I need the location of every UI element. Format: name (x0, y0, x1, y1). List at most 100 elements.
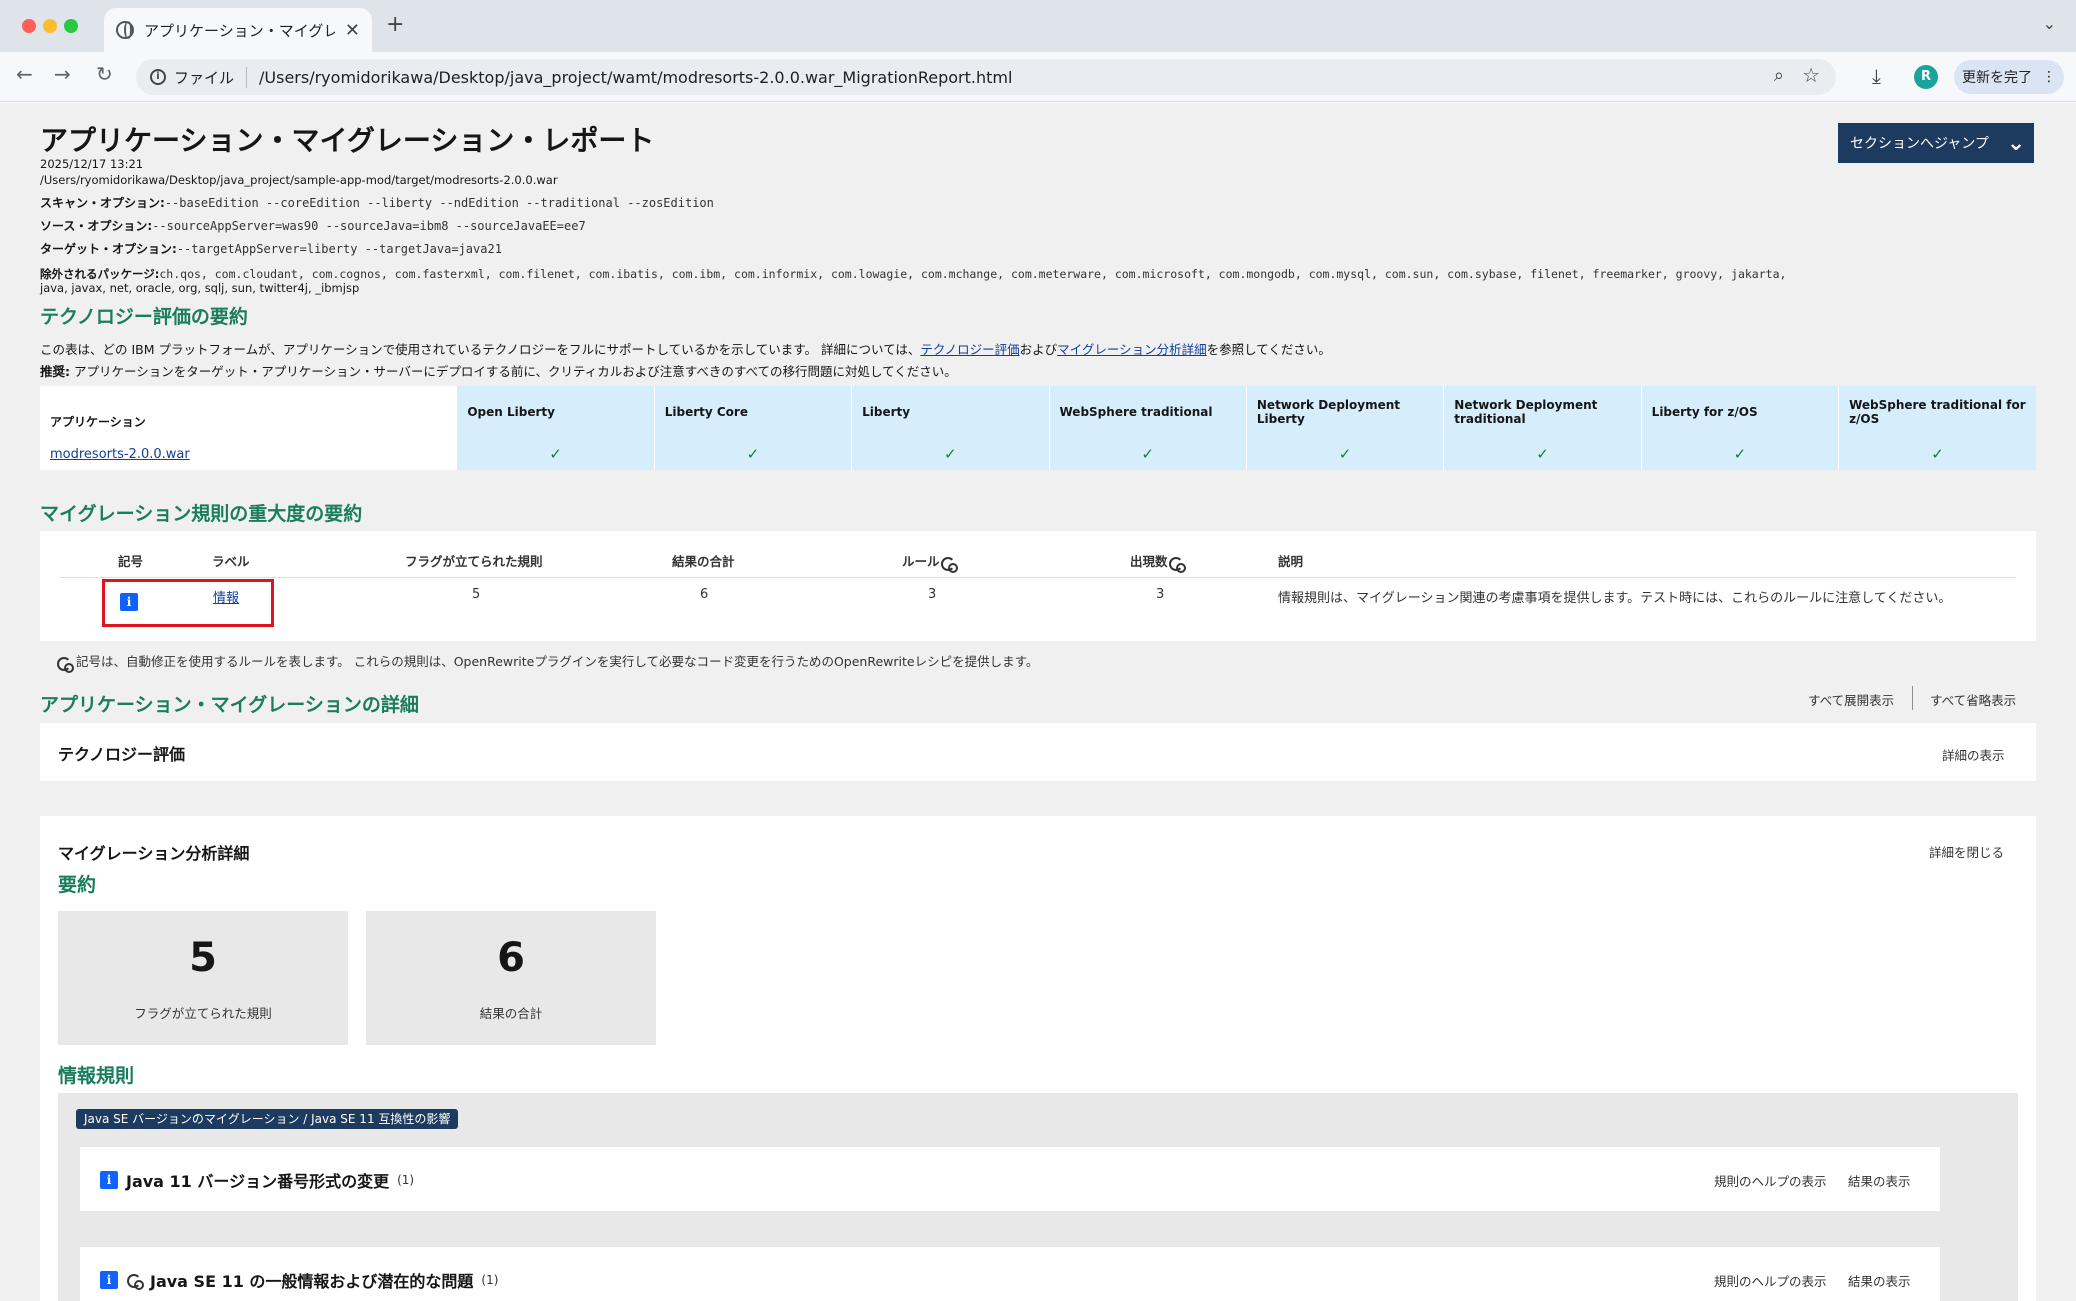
info-icon: i (100, 1171, 118, 1189)
scan-options-value: --baseEdition --coreEdition --liberty --… (164, 196, 714, 210)
flagged-rules-label: フラグが立てられた規則 (134, 1006, 272, 1021)
autofix-icon (1168, 555, 1186, 573)
column-header-platform: Network Deployment Liberty (1245, 386, 1444, 438)
new-tab-button[interactable]: + (386, 12, 404, 37)
info-rules-description: 情報規則は、マイグレーション関連の考慮事項を提供します。テスト時には、これらのル… (1278, 591, 1952, 606)
column-header-platform: Liberty (851, 386, 1049, 438)
application-link[interactable]: modresorts-2.0.0.war (50, 447, 190, 462)
tab-list-button[interactable]: ⌄ (2043, 14, 2056, 33)
total-results-label: 結果の合計 (479, 1006, 543, 1021)
column-header-total: 結果の合計 (672, 554, 735, 569)
show-details-link[interactable]: 詳細の表示 (1942, 745, 2005, 764)
rule-help-link[interactable]: 規則のヘルプの表示 (1714, 1171, 1827, 1190)
recommendation-text: アプリケーションをターゲット・アプリケーション・サーバーにデプロイする前に、クリ… (70, 364, 957, 379)
tab-bar: アプリケーション・マイグレーシ ✕ + ⌄ (0, 0, 2076, 52)
check-icon: ✓ (1245, 438, 1444, 470)
tech-summary-title: テクノロジー評価の要約 (40, 306, 248, 328)
autofix-note: 記号は、自動修正を使用するルールを表します。 これらの規則は、OpenRewri… (56, 651, 1039, 673)
collapse-all-link[interactable]: すべて省略表示 (1930, 690, 2016, 709)
check-icon: ✓ (456, 438, 655, 470)
download-icon[interactable]: ⤓ (1872, 64, 1881, 88)
tech-eval-title: テクノロジー評価 (58, 745, 186, 764)
autofix-note-text: 記号は、自動修正を使用するルールを表します。 これらの規則は、OpenRewri… (75, 654, 1039, 669)
autofix-icon (940, 555, 958, 573)
total-results-count: 6 (700, 587, 709, 602)
rule-card[interactable]: i Java 11 バージョン番号形式の変更 (1) 規則のヘルプの表示 結果の… (80, 1147, 1940, 1211)
check-icon: ✓ (851, 438, 1049, 470)
migration-details-title: マイグレーション分析詳細 (58, 844, 250, 863)
minimize-window-button[interactable] (43, 19, 57, 33)
summary-title: 要約 (58, 874, 97, 896)
table-row: modresorts-2.0.0.war ✓ ✓ ✓ ✓ ✓ ✓ ✓ ✓ (40, 438, 2036, 470)
profile-avatar[interactable]: R (1914, 65, 1938, 89)
column-header-symbol: 記号 (118, 554, 144, 569)
column-header-platform: WebSphere traditional (1048, 386, 1247, 438)
tech-summary-description: この表は、どの IBM プラットフォームが、アプリケーションで使用されているテク… (40, 339, 1331, 358)
tab-close-icon[interactable]: ✕ (345, 20, 360, 41)
tech-desc-prefix: この表は、どの IBM プラットフォームが、アプリケーションで使用されているテク… (40, 342, 921, 357)
check-icon: ✓ (1640, 438, 1839, 470)
rule-results-link[interactable]: 結果の表示 (1848, 1271, 1911, 1290)
check-icon: ✓ (1443, 438, 1642, 470)
highlight-box (102, 579, 274, 627)
excluded-packages-label: 除外されるパッケージ: (40, 267, 160, 281)
scan-options: スキャン・オプション:--baseEdition --coreEdition -… (40, 194, 714, 211)
info-rules-group: Java SE バージョンのマイグレーション / Java SE 11 互換性の… (58, 1093, 2018, 1301)
tech-eval-link[interactable]: テクノロジー評価 (920, 342, 1019, 357)
excluded-packages-value-2: java, javax, net, oracle, org, sqlj, sun… (40, 281, 360, 295)
rule-help-link[interactable]: 規則のヘルプの表示 (1714, 1271, 1827, 1290)
rule-results-link[interactable]: 結果の表示 (1848, 1171, 1911, 1190)
reload-icon[interactable]: ↻ (96, 62, 113, 86)
excluded-packages-value-1: ch.qos, com.cloudant, com.cognos, com.fa… (159, 267, 1787, 281)
rule-category-tag: Java SE バージョンのマイグレーション / Java SE 11 互換性の… (76, 1109, 459, 1129)
tech-desc-suffix: を参照してください。 (1206, 342, 1331, 357)
occurrences-header-text: 出現数 (1130, 554, 1168, 569)
expand-all-link[interactable]: すべて展開表示 (1808, 690, 1894, 709)
excluded-packages: 除外されるパッケージ:ch.qos, com.cloudant, com.cog… (40, 266, 1786, 282)
close-details-link[interactable]: 詳細を閉じる (1929, 842, 2004, 861)
recommendation: 推奨: アプリケーションをターゲット・アプリケーション・サーバーにデプロイする前… (40, 361, 957, 380)
browser-toolbar: ← → ↻ i ファイル /Users/ryomidorikawa/Deskto… (0, 52, 2076, 102)
rules-header-text: ルール (902, 554, 940, 569)
update-button[interactable]: 更新を完了 ⋮ (1954, 60, 2064, 94)
zoom-icon[interactable]: ⌕ (1774, 65, 1784, 86)
report-path: /Users/ryomidorikawa/Desktop/java_projec… (40, 173, 558, 187)
total-results-tile: 6 結果の合計 (366, 911, 656, 1045)
url-text[interactable]: /Users/ryomidorikawa/Desktop/java_projec… (259, 68, 1012, 87)
rule-title-text: Java SE 11 の一般情報および潜在的な問題 (150, 1272, 474, 1291)
column-header-flagged: フラグが立てられた規則 (405, 554, 543, 569)
close-window-button[interactable] (22, 19, 36, 33)
autofix-occurrences-count: 3 (1156, 587, 1165, 602)
bookmark-star-icon[interactable]: ☆ (1802, 63, 1820, 87)
flagged-rules-tile: 5 フラグが立てられた規則 (58, 911, 348, 1045)
browser-window: アプリケーション・マイグレーシ ✕ + ⌄ ← → ↻ i ファイル /User… (0, 0, 2076, 1301)
browser-tab[interactable]: アプリケーション・マイグレーシ ✕ (104, 8, 372, 52)
rule-card[interactable]: i Java SE 11 の一般情報および潜在的な問題 (1) 規則のヘルプの表… (80, 1247, 1940, 1301)
column-header-rules: ルール (902, 551, 958, 573)
column-header-label: ラベル (212, 554, 250, 569)
page-title: アプリケーション・マイグレーション・レポート (40, 124, 655, 157)
severity-summary-title: マイグレーション規則の重大度の要約 (40, 503, 363, 525)
address-bar[interactable]: i ファイル /Users/ryomidorikawa/Desktop/java… (136, 59, 1836, 95)
recommendation-label: 推奨: (40, 364, 70, 379)
details-title: アプリケーション・マイグレーションの詳細 (40, 694, 419, 716)
zoom-window-button[interactable] (64, 19, 78, 33)
more-menu-icon[interactable]: ⋮ (2042, 69, 2056, 85)
source-options-label: ソース・オプション: (40, 219, 153, 233)
section-jump-label: セクションへジャンプ (1850, 136, 1989, 152)
table-header-row: アプリケーション Open Liberty Liberty Core Liber… (40, 386, 2036, 438)
column-header-platform: Liberty for z/OS (1640, 386, 1839, 438)
back-arrow-icon[interactable]: ← (16, 62, 33, 86)
forward-arrow-icon[interactable]: → (54, 62, 71, 86)
source-options-value: --sourceAppServer=was90 --sourceJava=ibm… (152, 219, 586, 233)
rule-count: (1) (397, 1173, 415, 1187)
site-info-icon[interactable]: i (150, 69, 166, 85)
migration-details-link[interactable]: マイグレーション分析詳細 (1057, 342, 1207, 357)
section-jump-button[interactable]: セクションへジャンプ ⌄ (1838, 123, 2034, 163)
report-date: 2025/12/17 13:21 (40, 157, 144, 171)
flagged-rules-value: 5 (189, 935, 217, 981)
info-rules-title: 情報規則 (58, 1065, 135, 1087)
chevron-down-icon: ⌄ (2006, 130, 2026, 156)
total-results-value: 6 (497, 935, 525, 981)
divider (60, 577, 2016, 578)
